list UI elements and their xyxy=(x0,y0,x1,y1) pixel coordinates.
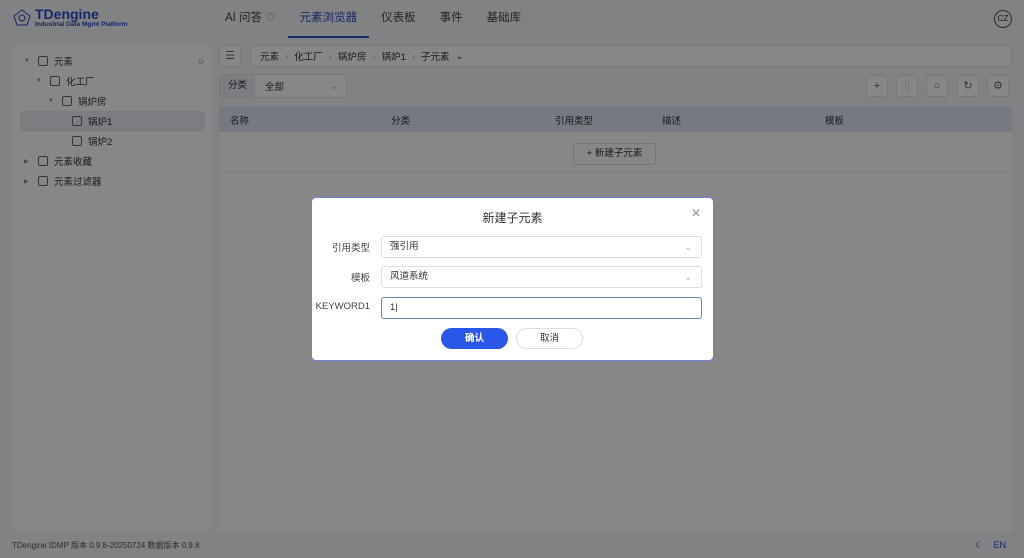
field-label: 模板 xyxy=(350,273,370,284)
cancel-button[interactable]: 取消 xyxy=(516,328,583,349)
new-child-element-dialog: 新建子元素 ✕ 引用类型 强引用 ⌄ 模板 风道系统 ⌄ KEYWORD1 1| 确… xyxy=(311,197,714,361)
keyword1-input[interactable]: 1| xyxy=(381,297,702,319)
field-label: 引用类型 xyxy=(331,243,370,254)
select-value: 风道系统 xyxy=(390,271,429,282)
input-value: 1 xyxy=(390,302,396,313)
reference-type-select[interactable]: 强引用 ⌄ xyxy=(381,236,702,258)
chevron-down-icon: ⌄ xyxy=(684,272,692,282)
chevron-down-icon: ⌄ xyxy=(684,242,692,252)
dialog-title: 新建子元素 xyxy=(482,211,543,225)
confirm-button[interactable]: 确认 xyxy=(441,328,508,349)
field-label: KEYWORD1 xyxy=(315,301,370,312)
select-value: 强引用 xyxy=(390,241,419,252)
close-icon[interactable]: ✕ xyxy=(691,206,701,220)
template-select[interactable]: 风道系统 ⌄ xyxy=(381,266,702,288)
